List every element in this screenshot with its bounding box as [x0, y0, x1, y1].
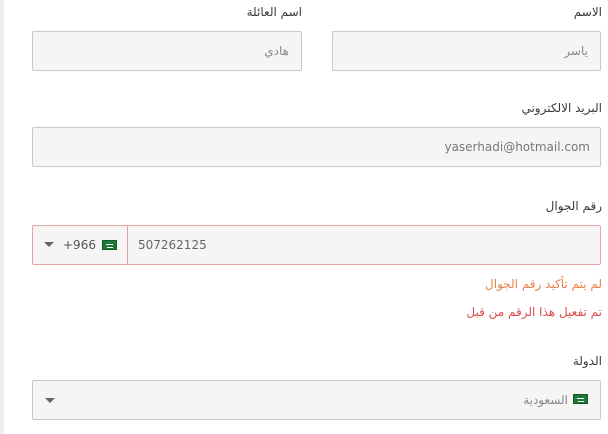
email-label: البريد الالكتروني — [521, 101, 602, 115]
saudi-flag-icon — [573, 394, 588, 404]
last-name-label: اسم العائلة — [246, 5, 302, 19]
chevron-down-icon — [45, 398, 55, 403]
country-code: +966 — [63, 238, 96, 252]
first-name-label: الاسم — [573, 5, 602, 19]
phone-value: 507262125 — [138, 238, 207, 252]
first-name-value: ياسر — [564, 44, 588, 58]
country-value: السعودية — [523, 393, 568, 407]
phone-unverified-message: لم يتم تأكيد رقم الجوال — [485, 277, 602, 291]
phone-already-used-message: تم تفعيل هذا الرقم من قبل — [466, 305, 602, 319]
chevron-down-icon — [44, 242, 54, 247]
phone-field: +966 507262125 — [32, 225, 601, 265]
email-input[interactable]: yaserhadi@hotmail.com — [32, 127, 601, 167]
last-name-input[interactable]: هادي — [32, 31, 302, 71]
country-code-dropdown[interactable]: +966 — [33, 226, 127, 264]
saudi-flag-icon — [102, 240, 117, 250]
last-name-value: هادي — [264, 44, 289, 58]
page-left-border — [0, 0, 4, 434]
phone-label: رقم الجوال — [545, 199, 602, 213]
email-value: yaserhadi@hotmail.com — [444, 140, 590, 154]
phone-input[interactable]: 507262125 — [128, 226, 600, 264]
first-name-input[interactable]: ياسر — [332, 31, 601, 71]
country-label: الدولة — [572, 354, 602, 368]
country-select[interactable]: السعودية — [32, 380, 601, 420]
